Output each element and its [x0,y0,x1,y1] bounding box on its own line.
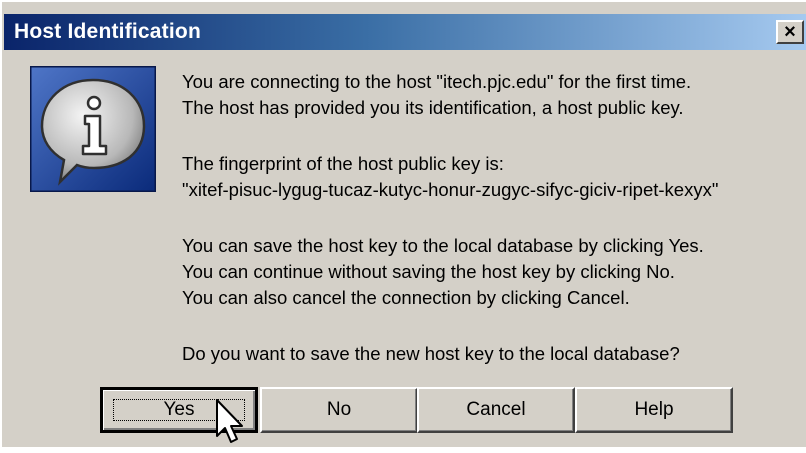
mouse-pointer-icon [214,398,254,448]
message-line-2: The host has provided you its identifica… [182,97,684,118]
fingerprint-text: "xitef-pisuc-lygug-tucaz-kutyc-honur-zug… [182,179,719,200]
message-line-3: The fingerprint of the host public key i… [182,153,504,174]
no-button-label: No [326,399,352,420]
dialog-window: Host Identification × You are connecting… [0,0,806,447]
help-button-label: Help [634,399,674,420]
question-text: Do you want to save the new host key to … [182,343,680,364]
dialog-title: Host Identification [14,20,201,43]
no-button[interactable]: No [260,387,418,433]
button-row: Yes No Cancel Help [2,387,806,437]
message-line-7: You can also cancel the connection by cl… [182,287,630,308]
information-icon [28,64,158,194]
message-line-5: You can save the host key to the local d… [182,235,704,256]
title-bar[interactable]: Host Identification × [4,14,806,50]
close-icon: × [784,20,796,43]
help-button[interactable]: Help [575,387,733,433]
cancel-button-label: Cancel [466,399,526,420]
cancel-button[interactable]: Cancel [417,387,575,433]
message-line-1: You are connecting to the host "itech.pj… [182,71,692,92]
message-line-6: You can continue without saving the host… [182,261,675,282]
close-button[interactable]: × [776,20,804,44]
